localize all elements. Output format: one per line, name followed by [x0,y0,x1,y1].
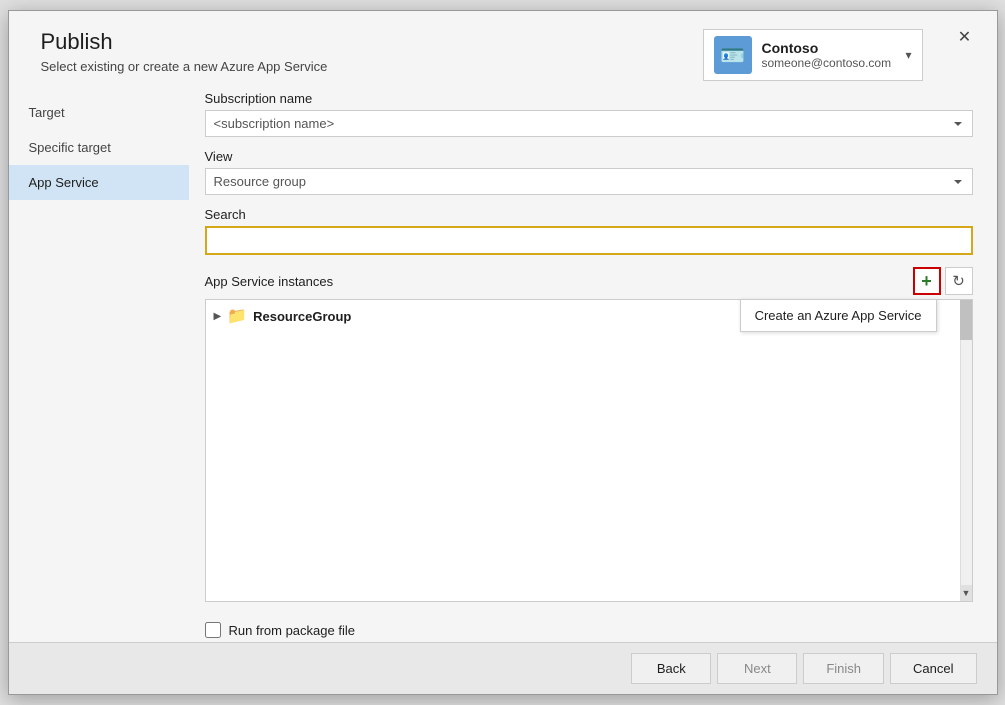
sidebar-item-target[interactable]: Target [9,95,189,130]
instances-header: App Service instances + ↻ Create an Azur… [205,267,973,295]
subscription-label: Subscription name [205,91,973,106]
tree-item-label: ResourceGroup [253,309,351,324]
scrollbar-thumb[interactable] [960,300,972,340]
dialog-title: Publish [41,29,328,55]
main-content: Target Specific target App Service Subsc… [9,81,997,642]
tree-expand-arrow: ▶ [214,311,222,322]
avatar-icon: 🪪 [720,43,745,68]
content-area: Subscription name <subscription name> Vi… [189,91,997,642]
instances-label: App Service instances [205,274,334,289]
instances-list: ▶ 📁 ResourceGroup ▼ [205,299,973,602]
next-button[interactable]: Next [717,653,797,684]
title-bar: Publish Select existing or create a new … [9,11,997,81]
cancel-button[interactable]: Cancel [890,653,976,684]
close-button[interactable]: ✕ [953,25,977,49]
view-field-group: View Resource groupSubscription [205,149,973,195]
instances-section: App Service instances + ↻ Create an Azur… [205,267,973,602]
user-section[interactable]: 🪪 Contoso someone@contoso.com ▾ [703,29,923,81]
user-email: someone@contoso.com [762,56,896,70]
dialog-footer: Back Next Finish Cancel [9,642,997,694]
subscription-select[interactable]: <subscription name> [205,110,973,137]
user-dropdown-arrow[interactable]: ▾ [905,48,911,62]
subscription-field-group: Subscription name <subscription name> [205,91,973,137]
search-field-group: Search [205,207,973,255]
publish-dialog: Publish Select existing or create a new … [8,10,998,695]
run-from-package-checkbox[interactable] [205,622,221,638]
user-avatar: 🪪 [714,36,752,74]
search-label: Search [205,207,973,222]
sidebar-item-specific-target[interactable]: Specific target [9,130,189,165]
folder-icon: 📁 [227,306,247,326]
sidebar: Target Specific target App Service [9,91,189,642]
add-app-service-button[interactable]: + [913,267,941,295]
dialog-subtitle: Select existing or create a new Azure Ap… [41,59,328,74]
refresh-button[interactable]: ↻ [945,267,973,295]
scrollbar-track[interactable]: ▼ [960,300,972,601]
title-section: Publish Select existing or create a new … [41,29,328,74]
user-name: Contoso [762,40,896,56]
run-from-package-row: Run from package file [205,614,973,642]
user-info: Contoso someone@contoso.com [762,40,896,70]
add-tooltip: Create an Azure App Service [740,299,937,332]
run-from-package-label: Run from package file [229,623,355,638]
instances-actions: + ↻ Create an Azure App Service [913,267,973,295]
back-button[interactable]: Back [631,653,711,684]
view-label: View [205,149,973,164]
scroll-down-arrow[interactable]: ▼ [960,585,972,601]
search-input[interactable] [205,226,973,255]
finish-button[interactable]: Finish [803,653,884,684]
view-select[interactable]: Resource groupSubscription [205,168,973,195]
sidebar-item-app-service[interactable]: App Service [9,165,189,200]
